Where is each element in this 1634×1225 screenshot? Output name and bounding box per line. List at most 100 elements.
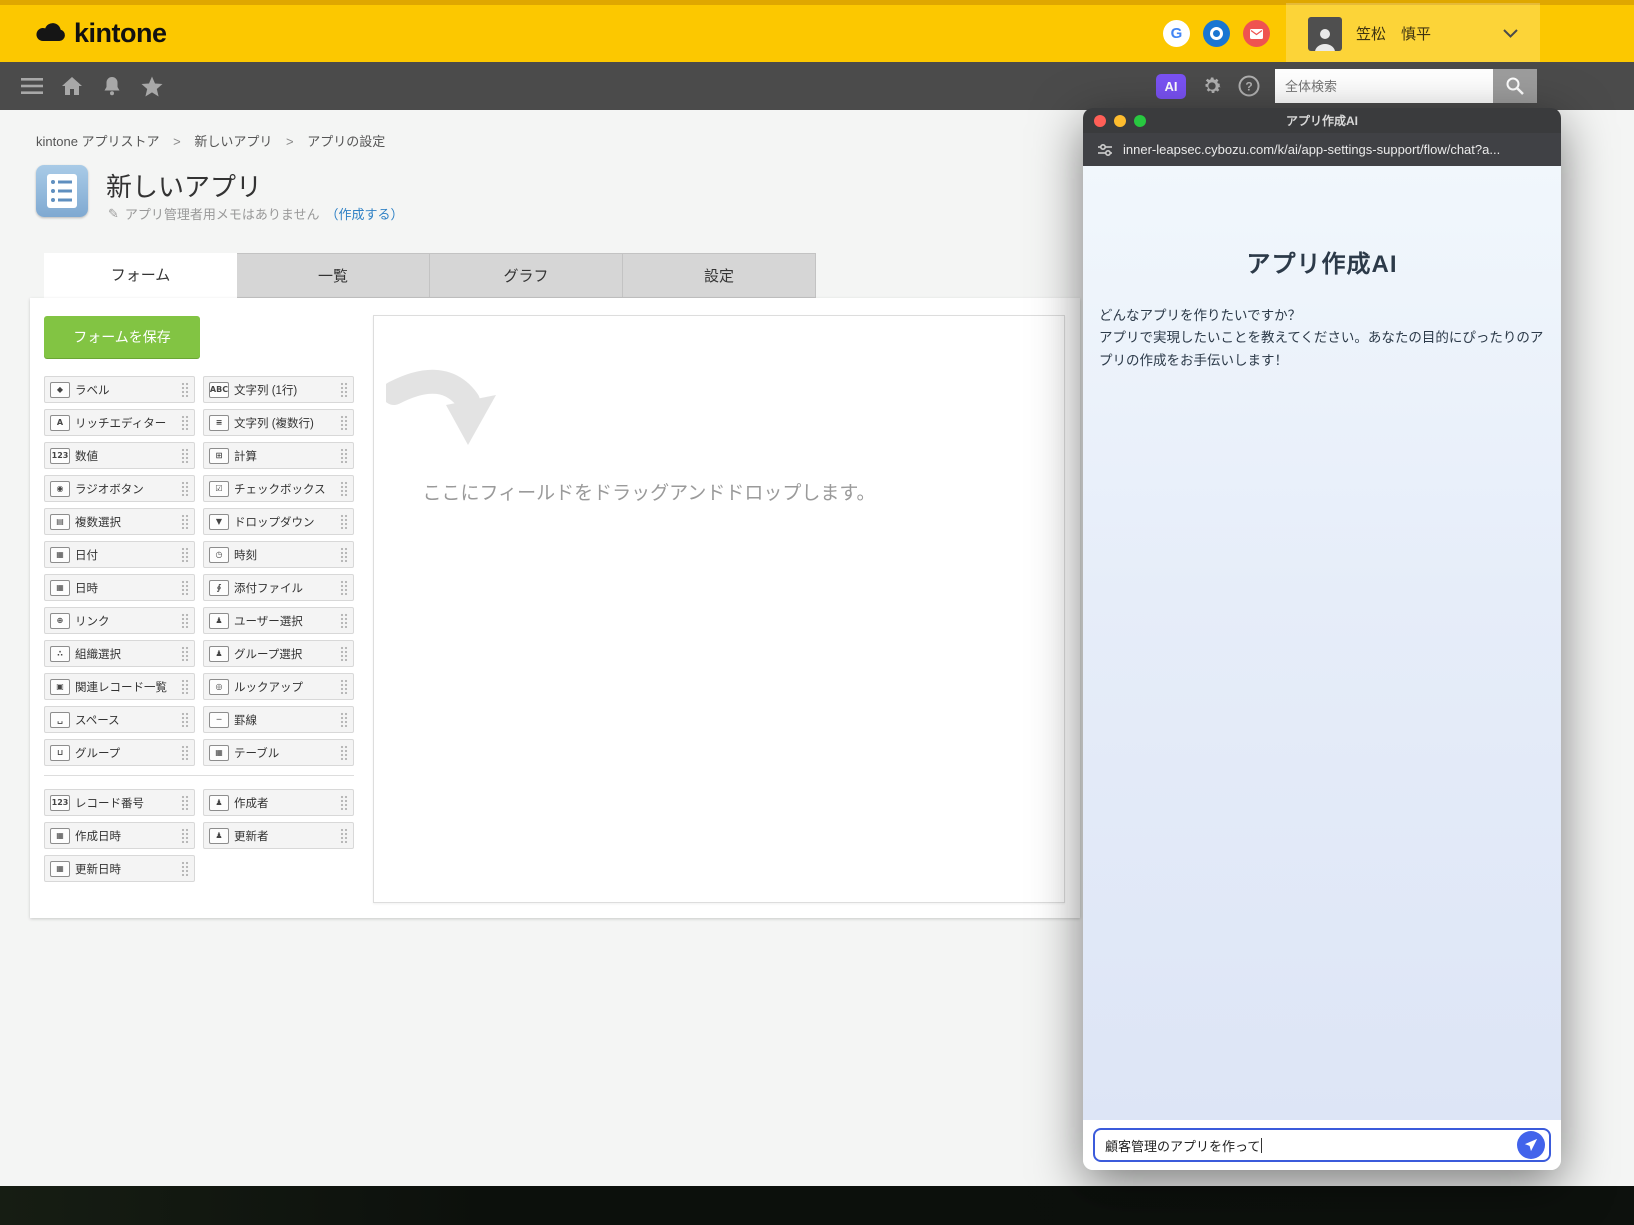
user-select-icon: ♟ — [209, 613, 229, 629]
breadcrumb-separator: > — [286, 134, 294, 149]
breadcrumb-new-app[interactable]: 新しいアプリ — [194, 134, 272, 149]
breadcrumb: kintone アプリストア > 新しいアプリ > アプリの設定 — [36, 131, 385, 150]
group-icon: ⊔ — [50, 745, 70, 761]
google-icon[interactable]: G — [1163, 20, 1190, 47]
field-item-label: 計算 — [234, 448, 257, 464]
system-fields-right-column: ♟ 作成者 ♟ 更新者 — [203, 789, 354, 882]
field-item[interactable]: ♟ 更新者 — [203, 822, 354, 849]
search-input[interactable] — [1275, 69, 1493, 103]
field-item-label: 作成日時 — [75, 828, 121, 844]
user-menu[interactable]: 笠松 慎平 — [1286, 3, 1540, 65]
mail-icon[interactable] — [1243, 20, 1270, 47]
field-item[interactable]: ♟ ユーザー選択 — [203, 607, 354, 634]
notifications-bell-icon[interactable] — [92, 62, 132, 110]
form-editor: フォームを保存 ◆ ラベル A リッチエディター — [30, 298, 1080, 918]
field-item[interactable]: ∴ 組織選択 — [44, 640, 195, 667]
breadcrumb-separator: > — [173, 134, 181, 149]
form-drop-area[interactable]: ここにフィールドをドラッグアンドドロップします。 — [373, 315, 1065, 903]
field-item[interactable]: ▤ 複数選択 — [44, 508, 195, 535]
blue-app-icon[interactable] — [1203, 20, 1230, 47]
field-item[interactable]: 123 レコード番号 — [44, 789, 195, 816]
field-item[interactable]: ⊔ グループ — [44, 739, 195, 766]
field-item[interactable]: ⊞ 計算 — [203, 442, 354, 469]
drag-handle-icon — [340, 580, 348, 595]
hamburger-menu-icon[interactable] — [12, 62, 52, 110]
global-search — [1275, 69, 1537, 103]
global-toolbar: AI ? — [0, 62, 1634, 110]
space-icon: ␣ — [50, 712, 70, 728]
field-item[interactable]: A リッチエディター — [44, 409, 195, 436]
field-item-label: 時刻 — [234, 547, 257, 563]
field-item[interactable]: ▦ テーブル — [203, 739, 354, 766]
home-icon[interactable] — [52, 62, 92, 110]
field-item[interactable]: ▣ 関連レコード一覧 — [44, 673, 195, 700]
create-memo-link[interactable]: （作成する） — [326, 204, 404, 223]
border-line-icon: ─ — [209, 712, 229, 728]
multi-select-icon: ▤ — [50, 514, 70, 530]
tab-list[interactable]: 一覧 — [237, 253, 430, 298]
help-icon[interactable]: ? — [1238, 75, 1260, 97]
window-title: アプリ作成AI — [1286, 112, 1358, 129]
drag-handle-icon — [340, 745, 348, 760]
window-titlebar[interactable]: アプリ作成AI — [1083, 108, 1561, 133]
field-item[interactable]: ▦ 作成日時 — [44, 822, 195, 849]
updated-datetime-icon: ▦ — [50, 861, 70, 877]
minimize-button[interactable] — [1114, 115, 1126, 127]
drag-handle-icon — [181, 580, 189, 595]
header-app-badges: G — [1163, 20, 1270, 47]
save-form-button[interactable]: フォームを保存 — [44, 316, 200, 358]
close-button[interactable] — [1094, 115, 1106, 127]
field-palette: ◆ ラベル A リッチエディター 123 数値 — [44, 376, 354, 766]
app-icon[interactable] — [36, 165, 88, 217]
field-palette-right-column: ABC 文字列 (1行) ≡ 文字列 (複数行) ⊞ 計算 — [203, 376, 354, 766]
field-item[interactable]: ∮ 添付ファイル — [203, 574, 354, 601]
time-icon: ◷ — [209, 547, 229, 563]
field-item[interactable]: ─ 罫線 — [203, 706, 354, 733]
search-button[interactable] — [1493, 69, 1537, 103]
send-button[interactable] — [1517, 1131, 1545, 1159]
field-item[interactable]: ▦ 日時 — [44, 574, 195, 601]
field-item[interactable]: ♟ グループ選択 — [203, 640, 354, 667]
field-item[interactable]: ♟ 作成者 — [203, 789, 354, 816]
kintone-logo[interactable]: kintone — [34, 18, 167, 49]
field-item[interactable]: ◆ ラベル — [44, 376, 195, 403]
drag-handle-icon — [340, 415, 348, 430]
text-caret — [1261, 1138, 1262, 1153]
favorites-star-icon[interactable] — [132, 62, 172, 110]
field-item[interactable]: ABC 文字列 (1行) — [203, 376, 354, 403]
field-item[interactable]: 123 数値 — [44, 442, 195, 469]
user-name: 笠松 慎平 — [1356, 23, 1431, 44]
field-item-label: グループ — [75, 745, 120, 761]
drag-handle-icon — [181, 481, 189, 496]
chevron-down-icon[interactable] — [1503, 29, 1518, 38]
field-item[interactable]: ◎ ルックアップ — [203, 673, 354, 700]
drag-handle-icon — [340, 828, 348, 843]
field-item[interactable]: ▼ ドロップダウン — [203, 508, 354, 535]
field-item-label: 数値 — [75, 448, 98, 464]
drag-handle-icon — [181, 415, 189, 430]
tab-settings[interactable]: 設定 — [623, 253, 816, 298]
field-item[interactable]: ◉ ラジオボタン — [44, 475, 195, 502]
tab-graph[interactable]: グラフ — [430, 253, 623, 298]
window-url: inner-leapsec.cybozu.com/k/ai/app-settin… — [1123, 142, 1500, 157]
zoom-button[interactable] — [1134, 115, 1146, 127]
breadcrumb-app-store[interactable]: kintone アプリストア — [36, 134, 160, 149]
ai-assistant-icon[interactable]: AI — [1156, 74, 1186, 99]
drag-handle-icon — [181, 547, 189, 562]
field-item-label: 添付ファイル — [234, 580, 303, 596]
field-item[interactable]: ␣ スペース — [44, 706, 195, 733]
field-item[interactable]: ▦ 日付 — [44, 541, 195, 568]
chat-input[interactable]: 顧客管理のアプリを作って — [1093, 1128, 1551, 1162]
field-item[interactable]: ◷ 時刻 — [203, 541, 354, 568]
calculation-icon: ⊞ — [209, 448, 229, 464]
drag-handle-icon — [340, 481, 348, 496]
drag-handle-icon — [340, 448, 348, 463]
site-settings-icon[interactable] — [1097, 142, 1113, 158]
gear-icon[interactable] — [1201, 75, 1223, 97]
tab-form[interactable]: フォーム — [44, 253, 237, 298]
field-item[interactable]: ⊕ リンク — [44, 607, 195, 634]
window-address-bar[interactable]: inner-leapsec.cybozu.com/k/ai/app-settin… — [1083, 133, 1561, 166]
field-item[interactable]: ▦ 更新日時 — [44, 855, 195, 882]
field-item[interactable]: ☑ チェックボックス — [203, 475, 354, 502]
field-item[interactable]: ≡ 文字列 (複数行) — [203, 409, 354, 436]
